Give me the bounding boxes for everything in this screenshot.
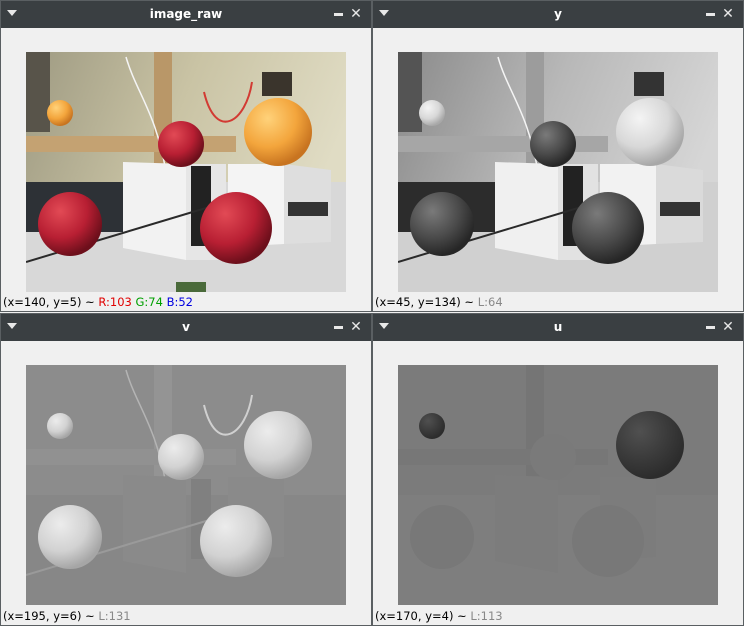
cursor-coords: (x=170, y=4)	[375, 609, 454, 623]
readout-separator: ~	[81, 295, 99, 309]
pixel-readout: (x=195, y=6) ~ L:131	[3, 608, 131, 624]
cursor-coords: (x=140, y=5)	[3, 295, 82, 309]
channel-g: G:74	[135, 295, 163, 309]
image-view[interactable]	[26, 365, 346, 605]
channel-b: B:52	[166, 295, 193, 309]
minimize-icon[interactable]	[706, 13, 715, 16]
titlebar[interactable]: y ✕	[373, 1, 743, 28]
window-title: v	[182, 320, 190, 334]
channel-l: L:113	[470, 609, 503, 623]
readout-separator: ~	[460, 295, 478, 309]
u-channel-image	[398, 365, 718, 605]
cursor-coords: (x=195, y=6)	[3, 609, 82, 623]
titlebar[interactable]: v ✕	[1, 314, 371, 341]
close-icon[interactable]: ✕	[347, 4, 365, 24]
color-image	[26, 52, 346, 292]
cursor-coords: (x=45, y=134)	[375, 295, 461, 309]
luma-image	[398, 52, 718, 292]
titlebar[interactable]: u ✕	[373, 314, 743, 341]
minimize-icon[interactable]	[334, 13, 343, 16]
pixel-readout: (x=45, y=134) ~ L:64	[375, 294, 503, 310]
window-u[interactable]: u ✕ (x=170, y=4) ~ L:113	[372, 313, 744, 626]
pixel-readout: (x=170, y=4) ~ L:113	[375, 608, 503, 624]
image-view[interactable]	[26, 52, 346, 292]
window-title: u	[553, 320, 563, 334]
readout-separator: ~	[453, 609, 471, 623]
close-icon[interactable]: ✕	[719, 317, 737, 337]
window-y[interactable]: y ✕ (x=45, y=134) ~ L:64	[372, 0, 744, 312]
close-icon[interactable]: ✕	[719, 4, 737, 24]
pixel-readout: (x=140, y=5) ~ R:103 G:74 B:52	[3, 294, 193, 310]
window-v[interactable]: v ✕ (x=195, y=6) ~ L:131	[0, 313, 372, 626]
image-view[interactable]	[398, 52, 718, 292]
readout-separator: ~	[81, 609, 99, 623]
channel-r: R:103	[98, 295, 132, 309]
minimize-icon[interactable]	[706, 326, 715, 329]
window-title: image_raw	[149, 7, 223, 21]
close-icon[interactable]: ✕	[347, 317, 365, 337]
window-title: y	[554, 7, 562, 21]
titlebar[interactable]: image_raw ✕	[1, 1, 371, 28]
channel-l: L:131	[98, 609, 131, 623]
image-view[interactable]	[398, 365, 718, 605]
channel-l: L:64	[477, 295, 503, 309]
window-image-raw[interactable]: image_raw ✕ (x=140, y=5) ~ R:103 G:74 B:…	[0, 0, 372, 312]
minimize-icon[interactable]	[334, 326, 343, 329]
v-channel-image	[26, 365, 346, 605]
